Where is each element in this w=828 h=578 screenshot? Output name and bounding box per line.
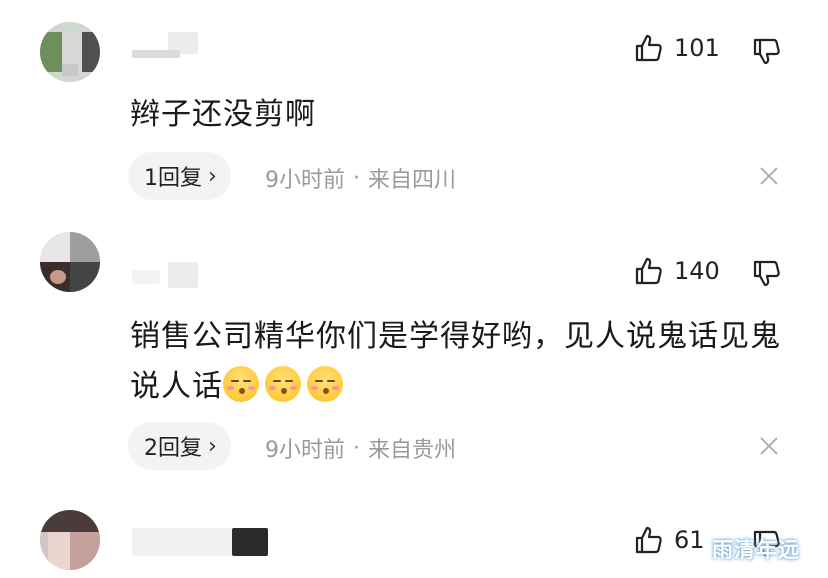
like-button[interactable]: 61 — [634, 525, 705, 555]
comment-meta: 9小时前 · 来自四川 — [265, 162, 456, 194]
meta-separator: · — [353, 165, 360, 191]
like-count: 101 — [674, 34, 720, 62]
thumbs-up-icon — [635, 526, 662, 554]
kissing-face-emoji — [307, 366, 343, 402]
chevron-right-icon: › — [208, 163, 217, 189]
reply-button[interactable]: 1回复 › — [128, 152, 231, 200]
comment-item: 140 销售公司精华你们是学得好哟，见人说鬼话见鬼说人话 2回复 › 9小时前 … — [0, 210, 828, 490]
avatar[interactable] — [40, 510, 100, 570]
comment-time: 9小时前 — [265, 168, 345, 193]
kissing-face-emoji — [223, 366, 259, 402]
username[interactable] — [132, 528, 272, 556]
meta-separator: · — [353, 435, 360, 461]
comment-location: 来自四川 — [368, 168, 457, 193]
watermark: 雨清年远 — [712, 538, 800, 562]
reply-count-label: 2回复 — [144, 436, 202, 461]
avatar[interactable] — [40, 22, 100, 82]
kissing-face-emoji — [265, 366, 301, 402]
comment-location: 来自贵州 — [368, 438, 457, 463]
like-button[interactable]: 140 — [634, 256, 720, 286]
comment-item: 61 — [0, 490, 828, 578]
like-button[interactable]: 101 — [634, 33, 720, 63]
avatar[interactable] — [40, 232, 100, 292]
username[interactable] — [132, 262, 202, 288]
close-icon[interactable] — [758, 435, 780, 457]
comment-meta: 9小时前 · 来自贵州 — [265, 432, 456, 464]
reply-button[interactable]: 2回复 › — [128, 422, 231, 470]
comment-text: 销售公司精华你们是学得好哟，见人说鬼话见鬼说人话 — [130, 312, 790, 412]
chevron-right-icon: › — [208, 433, 217, 459]
comment-item: 101 辫子还没剪啊 1回复 › 9小时前 · 来自四川 — [0, 0, 828, 210]
like-count: 140 — [674, 257, 720, 285]
comment-text: 辫子还没剪啊 — [130, 97, 316, 132]
reply-count-label: 1回复 — [144, 166, 202, 191]
username[interactable] — [132, 32, 202, 58]
thumbs-down-icon[interactable] — [752, 258, 782, 288]
thumbs-down-icon[interactable] — [752, 36, 782, 66]
comment-time: 9小时前 — [265, 438, 345, 463]
close-icon[interactable] — [758, 165, 780, 187]
like-count: 61 — [674, 526, 705, 554]
thumbs-up-icon — [635, 34, 662, 62]
thumbs-up-icon — [635, 257, 662, 285]
